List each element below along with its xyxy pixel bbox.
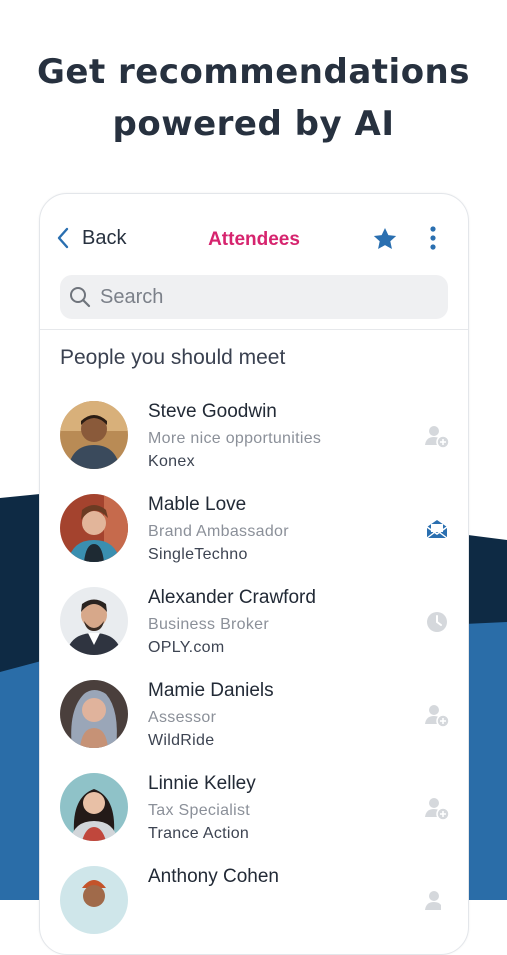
search-bar[interactable] <box>60 275 448 319</box>
avatar <box>60 587 128 655</box>
person-name: Steve Goodwin <box>148 401 277 422</box>
person-company: WildRide <box>148 732 215 749</box>
headline-line-2: powered by AI <box>112 104 395 144</box>
open-mail-icon[interactable] <box>424 516 450 542</box>
person-role: Brand Ambassador <box>148 523 289 540</box>
person-company: Konex <box>148 453 195 470</box>
add-contact-icon[interactable] <box>424 888 450 914</box>
section-title: People you should meet <box>60 346 286 369</box>
person-name: Linnie Kelley <box>148 773 256 794</box>
more-vertical-icon[interactable] <box>426 224 440 252</box>
search-icon <box>70 287 91 308</box>
person-role: More nice opportunities <box>148 430 322 447</box>
person-company: Trance Action <box>148 825 250 842</box>
phone-frame: Back Attendees People you should meet <box>39 193 469 955</box>
headline-line-1: Get recommendations <box>36 52 470 92</box>
list-item[interactable]: Mamie Daniels Assessor WildRide <box>40 674 468 767</box>
search-input[interactable] <box>98 284 402 310</box>
divider <box>40 329 468 330</box>
person-company: OPLY.com <box>148 639 225 656</box>
person-name: Anthony Cohen <box>148 866 279 887</box>
person-role: Assessor <box>148 709 217 726</box>
person-name: Mamie Daniels <box>148 680 274 701</box>
list-item[interactable]: Steve Goodwin More nice opportunities Ko… <box>40 395 468 488</box>
list-item[interactable]: Anthony Cohen <box>40 860 468 953</box>
person-name: Alexander Crawford <box>148 587 316 608</box>
headline: Get recommendations powered by AI <box>0 46 507 150</box>
list-item[interactable]: Mable Love Brand Ambassador SingleTechno <box>40 488 468 581</box>
clock-icon[interactable] <box>424 609 450 635</box>
avatar <box>60 494 128 562</box>
avatar <box>60 866 128 934</box>
person-company: SingleTechno <box>148 546 248 563</box>
avatar <box>60 680 128 748</box>
list-item[interactable]: Linnie Kelley Tax Specialist Trance Acti… <box>40 767 468 860</box>
add-contact-icon[interactable] <box>424 795 450 821</box>
person-role: Business Broker <box>148 616 269 633</box>
person-role: Tax Specialist <box>148 802 251 819</box>
person-name: Mable Love <box>148 494 247 515</box>
avatar <box>60 773 128 841</box>
star-icon[interactable] <box>372 226 398 252</box>
add-contact-icon[interactable] <box>424 423 450 449</box>
avatar <box>60 401 128 469</box>
people-list: Steve Goodwin More nice opportunities Ko… <box>40 395 468 953</box>
top-bar: Back Attendees <box>40 194 468 276</box>
list-item[interactable]: Alexander Crawford Business Broker OPLY.… <box>40 581 468 674</box>
add-contact-icon[interactable] <box>424 702 450 728</box>
page-title: Attendees <box>208 229 300 250</box>
